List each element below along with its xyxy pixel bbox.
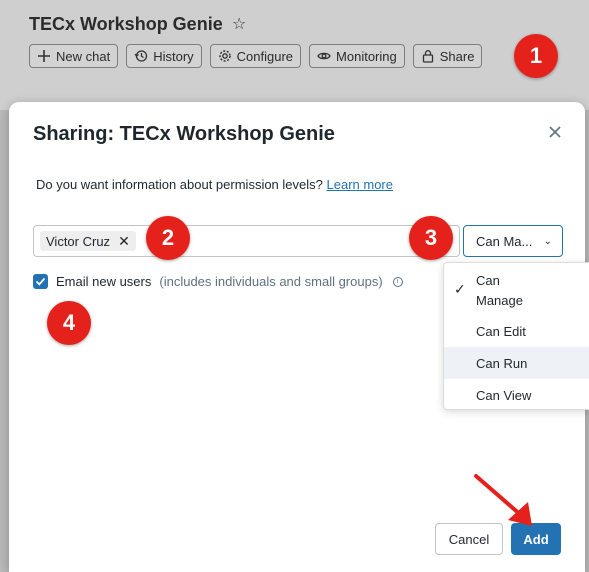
chevron-down-icon: ⌄: [543, 236, 552, 247]
permission-info-label: Do you want information about permission…: [36, 177, 323, 192]
new-chat-button[interactable]: New chat: [29, 44, 119, 68]
option-can-run[interactable]: Can Run: [444, 347, 589, 379]
share-label: Share: [439, 48, 475, 64]
option-can-run-label: Can Run: [476, 356, 528, 371]
step-badge-1: 1: [514, 34, 558, 78]
email-new-users-row: Email new users (includes individuals an…: [33, 274, 403, 289]
email-new-users-label: Email new users: [56, 274, 152, 289]
permission-select[interactable]: Can Ma... ⌄: [463, 225, 563, 257]
selected-check-icon: ✓: [454, 281, 466, 297]
email-new-users-note: (includes individuals and small groups): [159, 274, 383, 289]
close-icon[interactable]: [547, 124, 563, 140]
dialog-title: Sharing: TECx Workshop Genie: [33, 123, 335, 145]
checkmark-icon: [35, 277, 46, 286]
permission-info-text: Do you want information about permission…: [36, 177, 393, 192]
user-search-input[interactable]: Victor Cruz ✕: [33, 225, 460, 257]
step-badge-2: 2: [146, 216, 190, 260]
permission-dropdown-menu: ✓ Can Manage Can Edit Can Run Can View: [443, 262, 589, 410]
lock-icon: [422, 50, 433, 63]
configure-button[interactable]: Configure: [209, 44, 302, 68]
step-badge-4: 4: [47, 301, 91, 345]
email-new-users-checkbox[interactable]: [33, 274, 48, 289]
option-can-edit-label: Can Edit: [476, 324, 526, 339]
history-icon: [134, 50, 148, 62]
toolbar: New chat History Configure Monitoring Sh…: [29, 44, 483, 68]
remove-chip-icon[interactable]: ✕: [118, 234, 130, 248]
eye-icon: [317, 52, 331, 60]
favorite-star-icon[interactable]: ☆: [232, 14, 246, 34]
option-can-manage-line1: Can: [476, 273, 500, 288]
configure-label: Configure: [236, 48, 294, 64]
option-can-view[interactable]: Can View: [444, 379, 589, 411]
learn-more-link[interactable]: Learn more: [327, 177, 393, 192]
plus-icon: [38, 50, 50, 62]
option-can-view-label: Can View: [476, 388, 532, 403]
step-badge-3: 3: [409, 216, 453, 260]
app-header: TECx Workshop Genie ☆ New chat History C…: [0, 0, 589, 110]
gear-icon: [218, 50, 231, 62]
monitoring-label: Monitoring: [336, 48, 397, 64]
user-chip: Victor Cruz ✕: [40, 231, 136, 251]
info-icon[interactable]: i: [392, 276, 403, 287]
option-can-manage[interactable]: ✓ Can Manage: [444, 263, 589, 311]
monitoring-button[interactable]: Monitoring: [309, 44, 405, 68]
option-can-edit[interactable]: Can Edit: [444, 315, 589, 347]
permission-select-value: Can Ma...: [476, 233, 533, 249]
history-button[interactable]: History: [126, 44, 202, 68]
history-label: History: [153, 48, 194, 64]
share-button[interactable]: Share: [412, 44, 483, 68]
pointer-arrow-icon: [474, 474, 532, 526]
option-can-manage-line2: Manage: [476, 293, 523, 308]
app-title: TECx Workshop Genie: [29, 14, 223, 34]
new-chat-label: New chat: [56, 48, 111, 64]
user-chip-label: Victor Cruz: [46, 233, 111, 249]
